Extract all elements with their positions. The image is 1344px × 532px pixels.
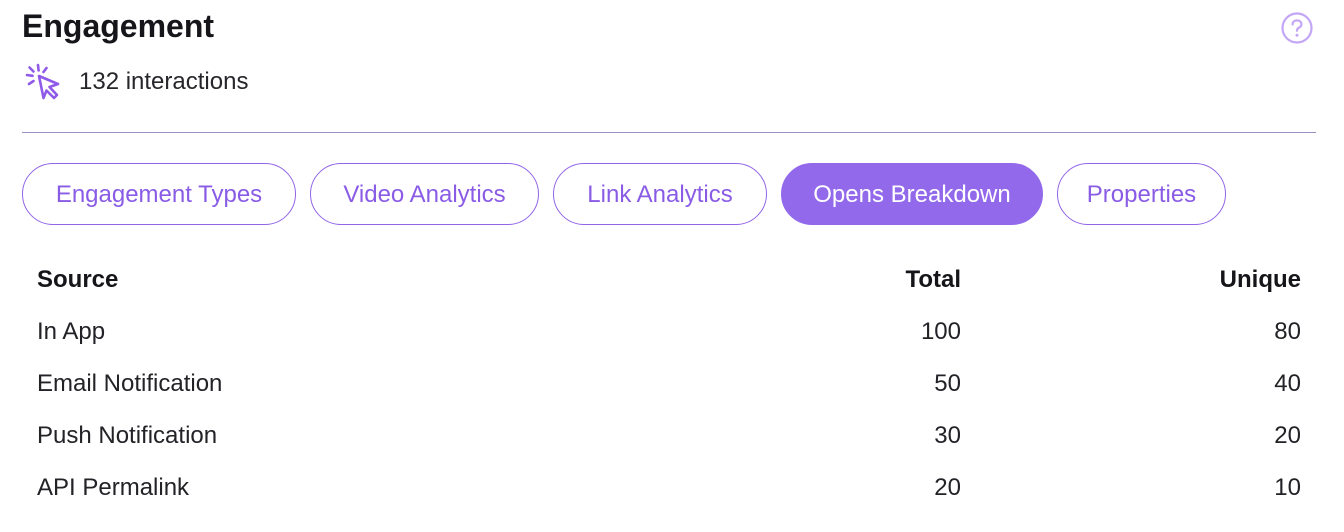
unique-cell: 10 xyxy=(1274,474,1301,501)
tab-link-analytics[interactable]: Link Analytics xyxy=(553,163,767,225)
source-cell: In App xyxy=(37,318,106,345)
source-cell: API Permalink xyxy=(37,474,190,501)
column-header-unique: Unique xyxy=(1219,266,1301,293)
total-cell: 20 xyxy=(934,474,961,501)
unique-cell: 40 xyxy=(1274,370,1301,397)
total-cell: 50 xyxy=(934,370,961,397)
section-divider xyxy=(22,132,1316,133)
total-cell: 30 xyxy=(934,422,961,449)
help-button[interactable] xyxy=(1281,12,1313,44)
column-header-source: Source xyxy=(37,266,119,293)
interactions-count: 132 interactions xyxy=(79,68,249,95)
unique-cell: 80 xyxy=(1274,318,1301,345)
question-circle-icon xyxy=(1281,12,1313,44)
tab-video-analytics[interactable]: Video Analytics xyxy=(310,163,539,225)
source-cell: Email Notification xyxy=(37,370,223,397)
source-cell: Push Notification xyxy=(37,422,218,449)
tab-opens-breakdown[interactable]: Opens Breakdown xyxy=(781,163,1043,225)
tab-bar: Engagement Types Video Analytics Link An… xyxy=(22,163,1226,225)
table-row: In App 100 80 xyxy=(37,306,1301,358)
tab-properties[interactable]: Properties xyxy=(1057,163,1226,225)
unique-cell: 20 xyxy=(1274,422,1301,449)
opens-breakdown-table: Source Total Unique In App 100 80 Email … xyxy=(37,254,1301,514)
table-row: API Permalink 20 10 xyxy=(37,462,1301,514)
cursor-click-icon xyxy=(25,63,60,100)
table-row: Email Notification 50 40 xyxy=(37,358,1301,410)
table-row: Push Notification 30 20 xyxy=(37,410,1301,462)
total-cell: 100 xyxy=(920,318,961,345)
table-header-row: Source Total Unique xyxy=(37,254,1301,306)
interactions-summary: 132 interactions xyxy=(24,62,248,102)
page-title: Engagement xyxy=(22,8,215,44)
tab-engagement-types[interactable]: Engagement Types xyxy=(22,163,296,225)
column-header-total: Total xyxy=(905,266,961,293)
